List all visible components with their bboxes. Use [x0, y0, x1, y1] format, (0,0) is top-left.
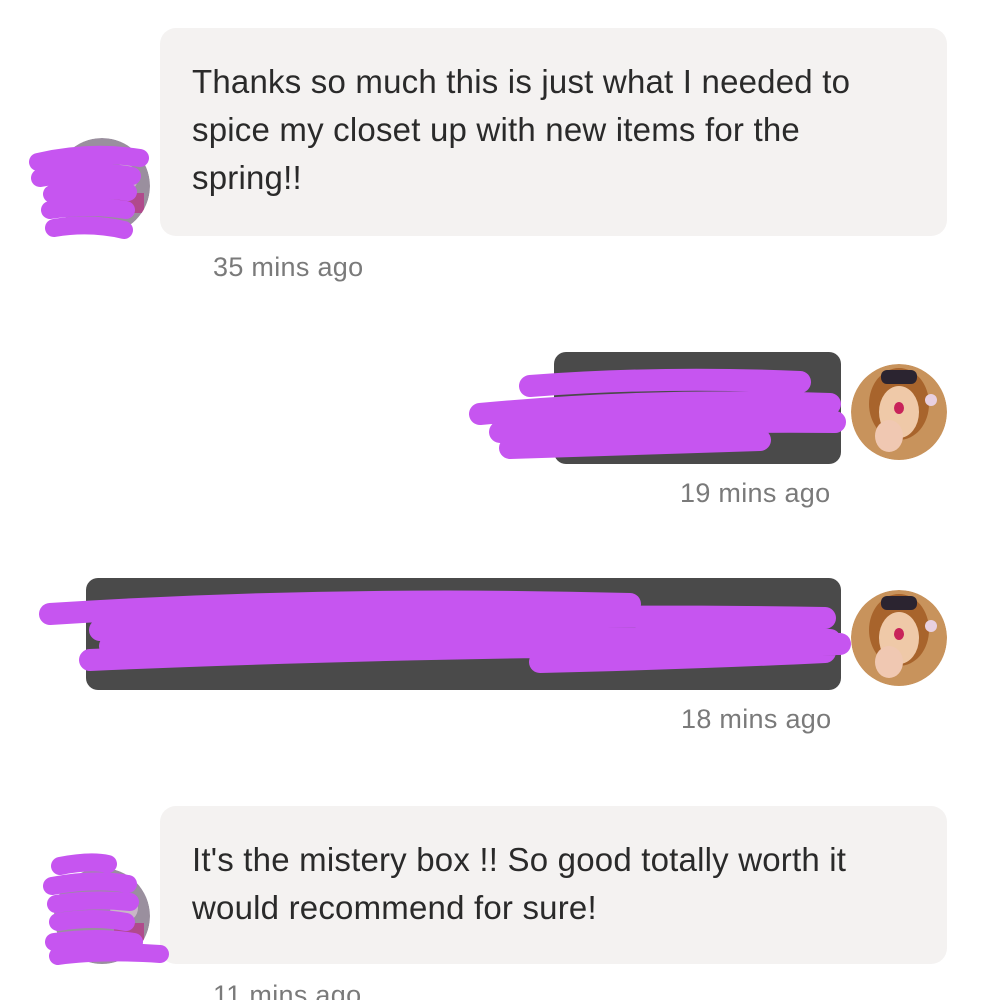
message-bubble-outgoing[interactable]: [554, 352, 841, 464]
message-timestamp: 11 mins ago: [213, 980, 362, 1000]
contact-avatar-image: [54, 868, 150, 964]
message-bubble-incoming[interactable]: Thanks so much this is just what I neede…: [160, 28, 947, 236]
message-timestamp: 18 mins ago: [681, 704, 832, 734]
avatar-photo-woman-icon: [851, 364, 947, 460]
message-bubble-outgoing[interactable]: [86, 578, 841, 690]
contact-avatar[interactable]: [54, 868, 150, 964]
message-text: It's the mistery box !! So good totally …: [192, 841, 847, 926]
user-avatar[interactable]: [851, 364, 947, 460]
user-avatar[interactable]: [851, 590, 947, 686]
contact-avatar[interactable]: [54, 138, 150, 234]
message-text: Thanks so much this is just what I neede…: [192, 63, 851, 196]
contact-avatar-image: [54, 138, 150, 234]
message-bubble-incoming[interactable]: It's the mistery box !! So good totally …: [160, 806, 947, 964]
message-timestamp: 35 mins ago: [213, 252, 364, 282]
message-timestamp: 19 mins ago: [680, 478, 831, 508]
chat-thread: Thanks so much this is just what I neede…: [0, 0, 1000, 1000]
avatar-photo-woman-icon: [851, 590, 947, 686]
